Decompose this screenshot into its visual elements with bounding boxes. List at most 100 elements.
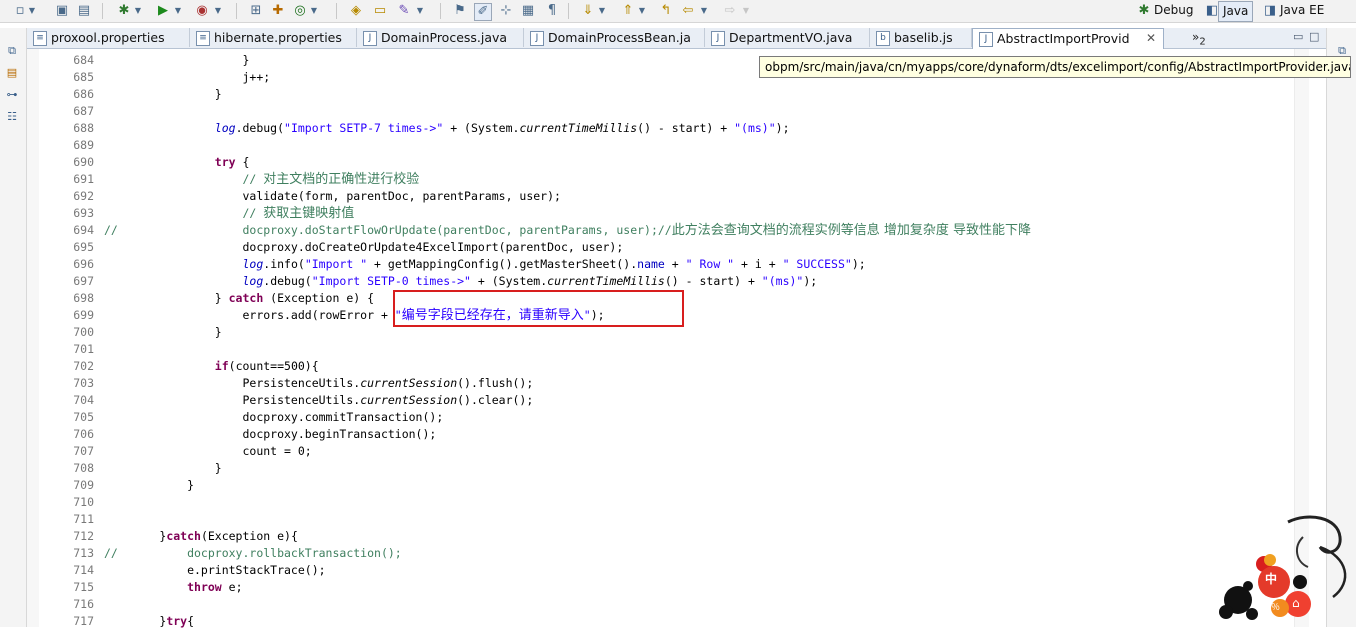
code-line[interactable]: log.debug("Import SETP-0 times->" + (Sys… bbox=[104, 273, 817, 290]
search-dropdown-icon[interactable]: ▼ bbox=[416, 3, 424, 19]
code-line[interactable]: e.printStackTrace(); bbox=[104, 562, 325, 579]
code-line[interactable]: } bbox=[104, 460, 222, 477]
code-line[interactable]: }catch(Exception e){ bbox=[104, 528, 298, 545]
maximize-icon[interactable]: □ bbox=[1309, 30, 1319, 43]
line-number: 694 bbox=[73, 223, 94, 237]
code-line[interactable]: // 获取主键映射值 bbox=[104, 205, 354, 222]
code-token: () - start) + bbox=[664, 274, 762, 288]
minimize-icon[interactable]: ▭ bbox=[1293, 30, 1303, 43]
code-line[interactable]: // docproxy.doStartFlowOrUpdate(parentDo… bbox=[104, 222, 1031, 239]
code-token: // bbox=[242, 206, 264, 220]
code-line[interactable]: PersistenceUtils.currentSession().flush(… bbox=[104, 375, 533, 392]
debug-icon[interactable]: ✱ bbox=[116, 3, 132, 19]
annotation-icon[interactable]: ⚑ bbox=[452, 3, 468, 19]
block-selection-icon[interactable]: ⊹ bbox=[498, 3, 514, 19]
debug-dropdown-icon[interactable]: ▼ bbox=[134, 3, 142, 19]
perspective-java[interactable]: Java bbox=[1218, 1, 1254, 22]
open-type-icon[interactable]: ◈ bbox=[348, 3, 364, 19]
next-annotation-dropdown-icon[interactable]: ▼ bbox=[598, 3, 606, 19]
line-number: 689 bbox=[73, 138, 94, 152]
run-dropdown-icon[interactable]: ▼ bbox=[174, 3, 182, 19]
tab-proxool-properties[interactable]: ≡ proxool.properties bbox=[27, 28, 190, 47]
tab-departmentvo-java[interactable]: J DepartmentVO.java bbox=[705, 28, 870, 47]
line-number: 706 bbox=[73, 427, 94, 441]
external-tools-icon[interactable]: ◉ bbox=[194, 3, 210, 19]
code-line[interactable]: try { bbox=[104, 154, 250, 171]
code-line[interactable]: PersistenceUtils.currentSession().clear(… bbox=[104, 392, 533, 409]
line-number: 711 bbox=[73, 512, 94, 526]
code-line[interactable]: validate(form, parentDoc, parentParams, … bbox=[104, 188, 561, 205]
new-class-icon[interactable]: ◎ bbox=[292, 3, 308, 19]
last-edit-location-icon[interactable]: ↰ bbox=[658, 3, 674, 19]
new-file-icon[interactable]: ▫ bbox=[12, 3, 28, 19]
code-line[interactable]: } bbox=[104, 52, 249, 69]
toolbar-separator bbox=[236, 3, 237, 19]
package-explorer-icon[interactable]: ▤ bbox=[5, 66, 19, 80]
code-editor[interactable]: 684 } 685 j++; 686 } 687 688 log.debug("Impo… bbox=[27, 49, 1294, 630]
tab-abstractimportprovider-java[interactable]: J AbstractImportProvid ✕ bbox=[972, 28, 1164, 49]
code-line[interactable]: docproxy.commitTransaction(); bbox=[104, 409, 443, 426]
tab-hibernate-properties[interactable]: ≡ hibernate.properties bbox=[190, 28, 357, 47]
code-line[interactable]: throw e; bbox=[104, 579, 242, 596]
outline-icon[interactable]: ☷ bbox=[5, 110, 19, 124]
external-dropdown-icon[interactable]: ▼ bbox=[214, 3, 222, 19]
search-icon[interactable]: ✎ bbox=[396, 3, 412, 19]
code-line[interactable]: log.debug("Import SETP-7 times->" + (Sys… bbox=[104, 120, 790, 137]
tab-baselib-js[interactable]: b baselib.js bbox=[870, 28, 972, 47]
pilcrow-icon[interactable]: ¶ bbox=[544, 3, 560, 19]
code-line[interactable]: } bbox=[104, 324, 222, 341]
back-icon[interactable]: ⇦ bbox=[680, 3, 696, 19]
code-line[interactable]: } bbox=[104, 86, 222, 103]
perspective-java-ee[interactable]: Java EE bbox=[1276, 1, 1328, 20]
code-token: .debug( bbox=[263, 274, 312, 288]
save-icon[interactable]: ▣ bbox=[54, 3, 70, 19]
code-line[interactable]: if(count==500){ bbox=[104, 358, 319, 375]
code-token: catch bbox=[228, 291, 264, 305]
code-line[interactable]: // docproxy.rollbackTransaction(); bbox=[104, 545, 402, 562]
line-number: 703 bbox=[73, 376, 94, 390]
code-line[interactable]: } bbox=[104, 477, 194, 494]
new-package-icon[interactable]: ✚ bbox=[270, 3, 286, 19]
next-annotation-icon[interactable]: ⇓ bbox=[580, 3, 596, 19]
tab-overflow-indicator[interactable]: »2 bbox=[1192, 28, 1206, 51]
print-icon[interactable]: ▤ bbox=[76, 3, 92, 19]
tab-label: DepartmentVO.java bbox=[729, 30, 853, 45]
code-token: } bbox=[104, 461, 222, 475]
line-number: 688 bbox=[73, 121, 94, 135]
ime-flower-icon bbox=[1219, 515, 1347, 620]
previous-annotation-icon[interactable]: ⇑ bbox=[620, 3, 636, 19]
code-line[interactable]: }try{ bbox=[104, 613, 194, 630]
tab-domainprocess-java[interactable]: J DomainProcess.java bbox=[357, 28, 524, 47]
new-class-dropdown-icon[interactable]: ▼ bbox=[310, 3, 318, 19]
code-line[interactable]: } catch (Exception e) { bbox=[104, 290, 374, 307]
perspective-debug[interactable]: Debug bbox=[1150, 1, 1197, 20]
code-line[interactable]: count = 0; bbox=[104, 443, 311, 460]
code-token: PersistenceUtils. bbox=[104, 393, 361, 407]
mark-occurrences-icon[interactable]: ✐ bbox=[474, 3, 492, 21]
new-project-icon[interactable]: ⊞ bbox=[248, 3, 264, 19]
code-line[interactable]: j++; bbox=[104, 69, 270, 86]
previous-annotation-dropdown-icon[interactable]: ▼ bbox=[638, 3, 646, 19]
hierarchy-icon[interactable]: ⊶ bbox=[5, 88, 19, 102]
open-folder-icon[interactable]: ▭ bbox=[372, 3, 388, 19]
run-icon[interactable]: ▶ bbox=[155, 3, 171, 19]
code-line[interactable]: // 对主文档的正确性进行校验 bbox=[104, 171, 419, 188]
back-dropdown-icon[interactable]: ▼ bbox=[700, 3, 708, 19]
code-line[interactable]: log.info("Import " + getMappingConfig().… bbox=[104, 256, 865, 273]
new-dropdown-icon[interactable]: ▼ bbox=[28, 3, 36, 19]
ime-status-widget[interactable]: 中 ％ ⌂ bbox=[1208, 512, 1356, 627]
toolbar-separator bbox=[336, 3, 337, 19]
tab-domainprocessbean-java[interactable]: J DomainProcessBean.ja bbox=[524, 28, 705, 47]
restore-view-icon[interactable]: ⧉ bbox=[5, 44, 19, 58]
file-path-tooltip: obpm/src/main/java/cn/myapps/core/dynafo… bbox=[759, 56, 1351, 78]
code-line[interactable]: docproxy.doCreateOrUpdate4ExcelImport(pa… bbox=[104, 239, 623, 256]
show-whitespace-icon[interactable]: ▦ bbox=[520, 3, 536, 19]
left-view-strip: ⧉ ▤ ⊶ ☷ bbox=[0, 28, 27, 627]
code-token: (Exception e){ bbox=[200, 529, 298, 543]
code-token: catch bbox=[166, 529, 201, 543]
close-tab-icon[interactable]: ✕ bbox=[1146, 29, 1156, 48]
code-line[interactable]: docproxy.beginTransaction(); bbox=[104, 426, 436, 443]
code-token: "Import SETP-7 times->" bbox=[284, 121, 444, 135]
